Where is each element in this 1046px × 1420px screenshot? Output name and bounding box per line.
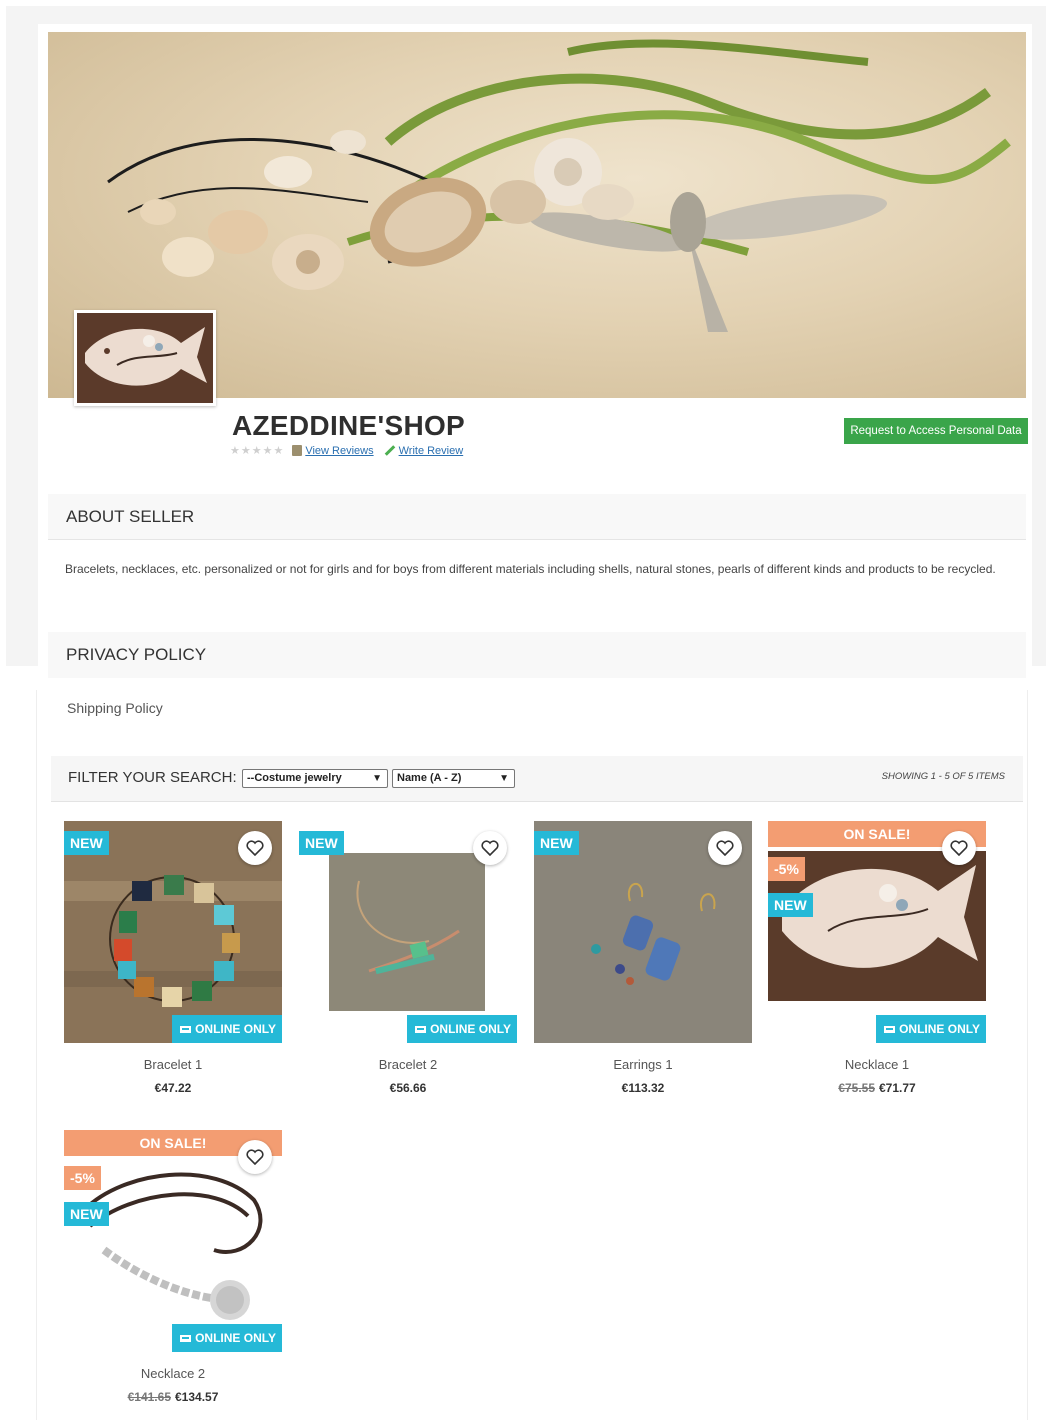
online-only-badge: ONLINE ONLY (407, 1015, 517, 1043)
current-price: €113.32 (621, 1081, 665, 1095)
sort-select-value: Name (A - Z) (397, 772, 462, 784)
online-only-badge: ONLINE ONLY (876, 1015, 986, 1043)
write-review-link[interactable]: Write Review (399, 445, 464, 457)
product-card[interactable]: NEW ONLINE ONLY Bracelet 1 €47.22 (64, 821, 282, 1111)
product-card[interactable]: ON SALE! -5% NEW ONLINE ONLY Necklace 2 … (64, 1130, 282, 1420)
product-price: €113.32 (534, 1081, 752, 1095)
product-name[interactable]: Earrings 1 (534, 1057, 752, 1072)
product-image[interactable]: ON SALE! -5% NEW ONLINE ONLY (64, 1130, 282, 1352)
online-only-badge: ONLINE ONLY (172, 1324, 282, 1352)
view-reviews-link[interactable]: View Reviews (305, 445, 373, 457)
wishlist-button[interactable] (942, 831, 976, 865)
category-select[interactable]: --Costume jewelry ▼ (242, 769, 388, 788)
product-image[interactable]: NEW ONLINE ONLY (299, 821, 517, 1043)
product-card[interactable]: NEW ONLINE ONLY Bracelet 2 €56.66 (299, 821, 517, 1111)
current-price: €134.57 (175, 1390, 219, 1404)
laptop-icon (884, 1025, 896, 1033)
online-only-label: ONLINE ONLY (195, 1331, 276, 1345)
about-seller-heading: ABOUT SELLER (48, 494, 1026, 540)
product-card[interactable]: NEW Earrings 1 €113.32 (534, 821, 752, 1111)
old-price: €75.55 (838, 1081, 875, 1095)
new-badge: NEW (64, 831, 109, 855)
request-personal-data-button[interactable]: Request to Access Personal Data (844, 418, 1028, 444)
product-price: €75.55 €71.77 (768, 1081, 986, 1095)
current-price: €56.66 (389, 1081, 427, 1095)
new-badge: NEW (64, 1202, 109, 1226)
wishlist-button[interactable] (473, 831, 507, 865)
product-image[interactable]: NEW ONLINE ONLY (64, 821, 282, 1043)
product-image[interactable]: NEW (534, 821, 752, 1043)
reviews-icon (292, 445, 303, 456)
current-price: €71.77 (879, 1081, 916, 1095)
online-only-label: ONLINE ONLY (430, 1022, 511, 1036)
online-only-label: ONLINE ONLY (195, 1022, 276, 1036)
product-card[interactable]: ON SALE! -5% NEW ONLINE ONLY Necklace 1 … (768, 821, 986, 1111)
sort-select[interactable]: Name (A - Z) ▼ (392, 769, 515, 788)
product-price: €47.22 (64, 1081, 282, 1095)
chevron-down-icon: ▼ (372, 773, 382, 784)
chevron-down-icon: ▼ (499, 773, 509, 784)
filter-bar: FILTER YOUR SEARCH: --Costume jewelry ▼ … (51, 756, 1023, 802)
product-price: €56.66 (299, 1081, 517, 1095)
discount-badge: -5% (768, 857, 805, 881)
new-badge: NEW (534, 831, 579, 855)
heart-icon (950, 840, 968, 856)
privacy-policy-heading[interactable]: PRIVACY POLICY (48, 632, 1026, 678)
wishlist-button[interactable] (238, 831, 272, 865)
discount-badge: -5% (64, 1166, 101, 1190)
heart-icon (716, 840, 734, 856)
new-badge: NEW (299, 831, 344, 855)
laptop-icon (180, 1025, 192, 1033)
heart-icon (246, 1149, 264, 1165)
fish-plate-image (77, 313, 213, 403)
product-name[interactable]: Bracelet 2 (299, 1057, 517, 1072)
rating-stars: ★★★★★ (230, 445, 285, 457)
seller-logo[interactable] (74, 310, 216, 406)
wishlist-button[interactable] (238, 1140, 272, 1174)
wishlist-button[interactable] (708, 831, 742, 865)
product-price: €141.65 €134.57 (64, 1390, 282, 1404)
seller-name: AZEDDINE'SHOP (232, 410, 466, 441)
seller-card: AZEDDINE'SHOP ★★★★★ View Reviews Write R… (38, 24, 1032, 678)
shipping-policy-link[interactable]: Shipping Policy (67, 700, 163, 716)
old-price: €141.65 (127, 1390, 171, 1404)
category-select-value: --Costume jewelry (247, 772, 342, 784)
online-only-label: ONLINE ONLY (899, 1022, 980, 1036)
online-only-badge: ONLINE ONLY (172, 1015, 282, 1043)
seller-products-panel: Shipping Policy FILTER YOUR SEARCH: --Co… (36, 690, 1028, 1420)
laptop-icon (415, 1025, 427, 1033)
laptop-icon (180, 1334, 192, 1342)
product-name[interactable]: Bracelet 1 (64, 1057, 282, 1072)
product-name[interactable]: Necklace 1 (768, 1057, 986, 1072)
pencil-icon (384, 445, 395, 456)
about-seller-text: Bracelets, necklaces, etc. personalized … (65, 562, 996, 576)
filter-label: FILTER YOUR SEARCH: (68, 769, 237, 786)
current-price: €47.22 (154, 1081, 192, 1095)
seller-header-panel: AZEDDINE'SHOP ★★★★★ View Reviews Write R… (6, 6, 1046, 678)
product-name[interactable]: Necklace 2 (64, 1366, 282, 1381)
heart-icon (246, 840, 264, 856)
seller-rating-row: ★★★★★ View Reviews Write Review (230, 444, 471, 458)
product-image[interactable]: ON SALE! -5% NEW ONLINE ONLY (768, 821, 986, 1043)
showing-count: SHOWING 1 - 5 OF 5 ITEMS (881, 771, 1005, 782)
new-badge: NEW (768, 893, 813, 917)
heart-icon (481, 840, 499, 856)
